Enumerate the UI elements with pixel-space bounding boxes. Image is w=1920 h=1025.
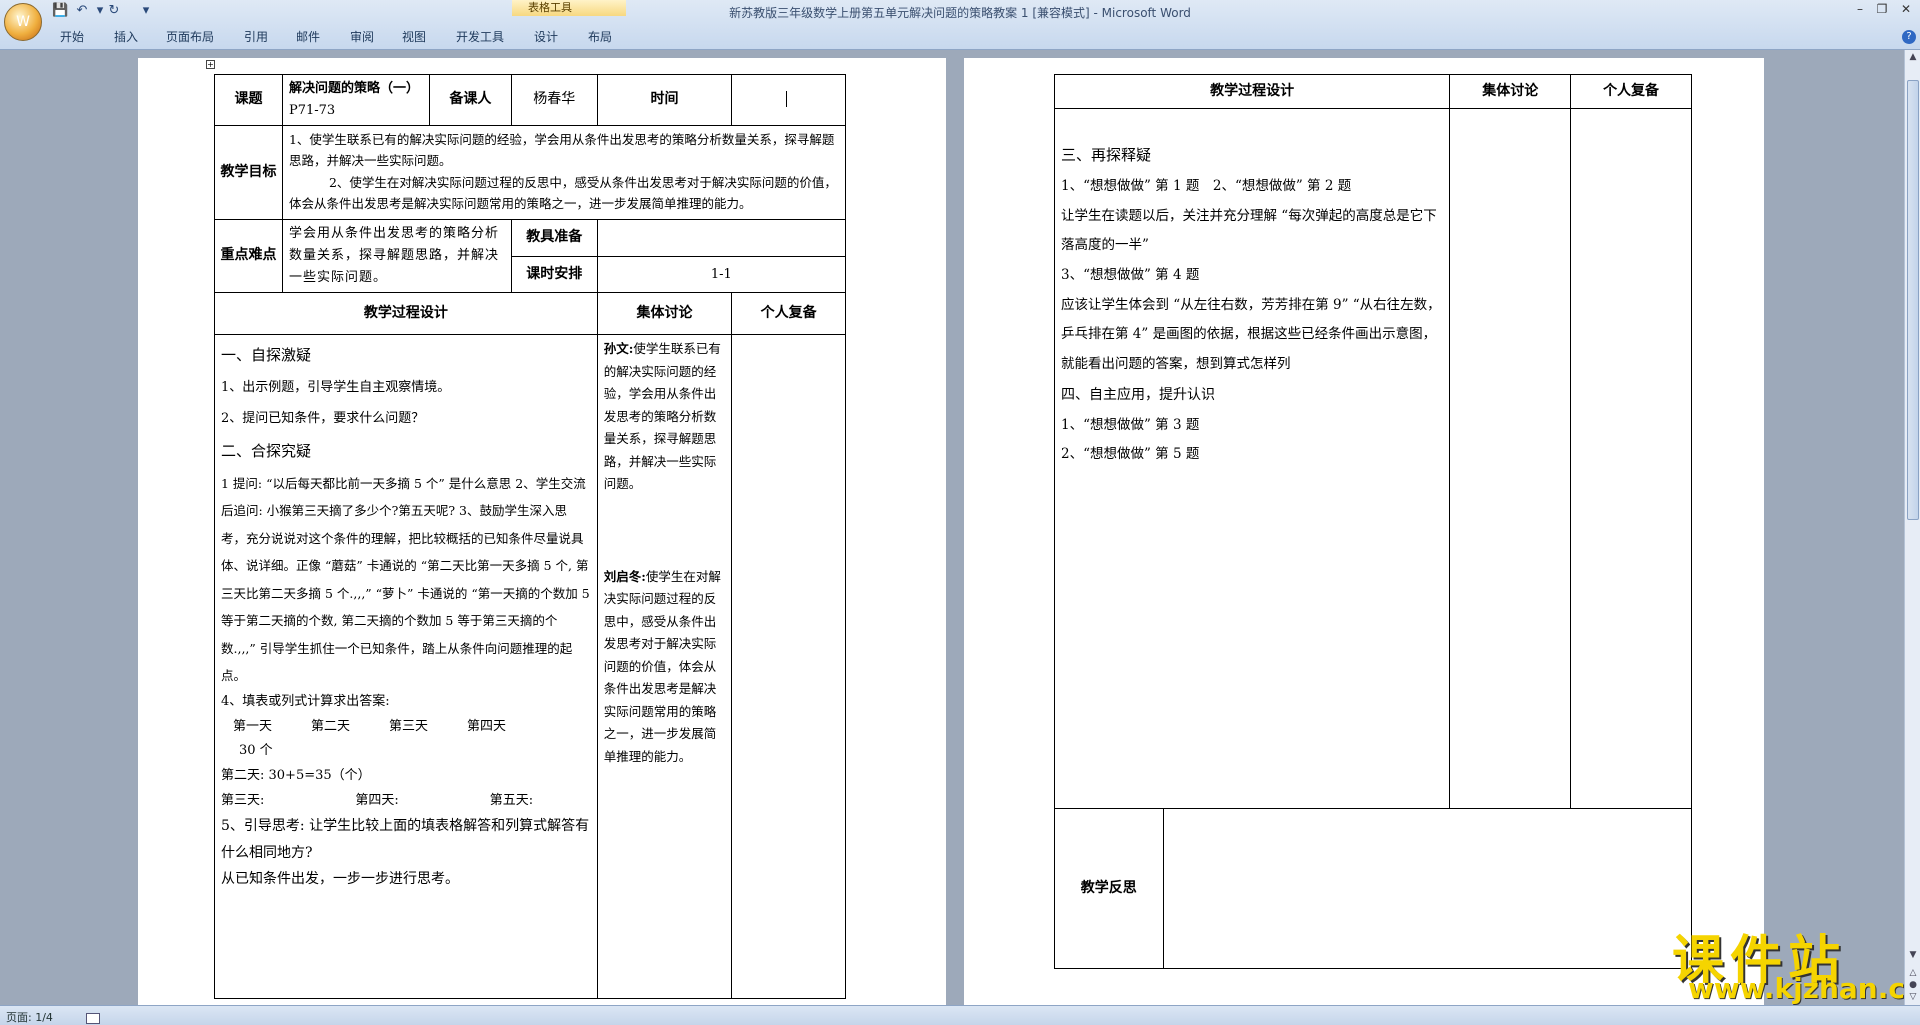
process-line: 1、出示例题，引导学生自主观察情境。: [221, 379, 451, 395]
table-move-handle-icon[interactable]: +: [206, 60, 215, 69]
lesson-plan-table-page-1: 课题 解决问题的策略（一） P71-73 备课人 杨春华 时间 教学目标 1、使…: [214, 73, 847, 1000]
process-line: 第二天: 30+5=35（个）: [221, 767, 371, 783]
tab-page-layout[interactable]: 页面布局: [166, 28, 214, 45]
process-line: 二、合探究疑: [221, 442, 312, 461]
time-value[interactable]: [731, 73, 846, 127]
process-line: 30 个: [239, 743, 273, 759]
header-personal-review: 个人复备: [1570, 74, 1692, 109]
tab-layout[interactable]: 布局: [588, 28, 612, 45]
process-line: 3、“想想做做” 第 4 题: [1061, 267, 1200, 284]
help-icon[interactable]: ?: [1902, 30, 1916, 44]
class-hours-value[interactable]: 1-1: [596, 256, 847, 294]
tab-home[interactable]: 开始: [60, 28, 84, 45]
discussion-author: 刘启冬:: [603, 568, 646, 584]
select-browse-object-icon[interactable]: ●: [1907, 980, 1919, 992]
label-class-hours: 课时安排: [510, 256, 598, 294]
header-group-discussion: 集体讨论: [1449, 74, 1572, 109]
process-line: 5、引导思考: 让学生比较上面的填表格解答和列算式解答有什么相同地方?: [221, 818, 590, 861]
discussion-author: 孙文:: [603, 341, 634, 357]
process-line: 一、自探激疑: [221, 346, 312, 365]
tab-design[interactable]: 设计: [534, 28, 558, 45]
header-process-design: 教学过程设计: [1053, 74, 1451, 109]
label-teaching-tools: 教具准备: [510, 219, 598, 258]
spelling-check-icon[interactable]: [86, 1012, 101, 1024]
tab-view[interactable]: 视图: [402, 28, 426, 45]
kjzhan-url: www.kjzhan.com: [1688, 972, 1920, 1005]
text-cursor: [785, 91, 792, 108]
preparer-value[interactable]: 杨春华: [510, 73, 598, 127]
process-line: 1、“想想做做” 第 3 题: [1061, 416, 1200, 433]
personal-review-content[interactable]: [1570, 108, 1692, 809]
header-group-discussion: 集体讨论: [596, 292, 733, 336]
label-preparer: 备课人: [428, 73, 512, 127]
scroll-down-icon[interactable]: ▼: [1907, 950, 1919, 962]
process-line: 应该让学生体会到 “从左往右数，芳芳排在第 9” “从右往左数，乒乓排在第 4”…: [1061, 296, 1441, 373]
label-teaching-reflection: 教学反思: [1054, 808, 1164, 969]
process-line: 从已知条件出发，一步一步进行思考。: [221, 871, 459, 888]
topic-pages: P71-73: [288, 103, 336, 119]
teaching-tools-value[interactable]: [596, 219, 847, 258]
process-line: 2、提问已知条件，要求什么问题？: [221, 410, 425, 426]
minimize-icon[interactable]: –: [1850, 2, 1870, 16]
label-topic: 课题: [214, 73, 283, 127]
previous-page-icon[interactable]: △: [1907, 968, 1919, 980]
process-line: 四、自主应用，提升认识: [1061, 386, 1215, 403]
topic-cell[interactable]: 解决问题的策略（一） P71-73: [281, 73, 430, 127]
group-discussion-content[interactable]: [1449, 108, 1572, 809]
ribbon: W 💾 ↶ ▾ ↻ ▾ 表格工具 新苏教版三年级数学上册第五单元解决问题的策略教…: [0, 0, 1920, 50]
key-points-value[interactable]: 学会用从条件出发思考的策略分析数量关系，探寻解题思路，并解决一些实际问题。: [281, 219, 512, 294]
label-key-points: 重点难点: [214, 219, 283, 294]
discussion-text: 使学生联系已有的解决实际问题的经验，学会用从条件出发思考的策略分析数量关系，探寻…: [603, 341, 721, 492]
topic-title: 解决问题的策略（一）: [288, 81, 419, 96]
discussion-entry: 刘启冬:使学生在对解决实际问题过程的反思中，感受从条件出发思考对于解决实际问题的…: [604, 566, 726, 769]
page-indicator[interactable]: 页面: 1/4: [6, 1011, 53, 1024]
header-personal-review: 个人复备: [731, 292, 846, 336]
process-line: 2、“想想做做” 第 5 题: [1061, 446, 1200, 463]
discussion-text: 使学生在对解决实际问题过程的反思中，感受从条件出发思考对于解决实际问题的价值，体…: [603, 568, 721, 764]
process-line: 第三天: 第四天: 第五天:: [221, 792, 534, 808]
scrollbar-thumb[interactable]: [1907, 80, 1919, 520]
process-line: 让学生在读题以后，关注并充分理解 “每次弹起的高度总是它下落高度的一半”: [1061, 207, 1437, 254]
status-bar: 页面: 1/4: [0, 1005, 1920, 1025]
lesson-plan-table-page-2: 教学过程设计 集体讨论 个人复备 三、再探释疑 1、“想想做做” 第 1 题 2…: [1053, 74, 1693, 969]
close-icon[interactable]: ✕: [1896, 2, 1916, 16]
personal-review-content[interactable]: [731, 334, 846, 1000]
goal-1: 1、使学生联系已有的解决实际问题的经验，学会用从条件出发思考的策略分析数量关系，…: [288, 132, 835, 169]
process-line: 1 提问: “以后每天都比前一天多摘 5 个” 是什么意思 2、学生交流后追问:…: [221, 475, 590, 684]
header-process-design: 教学过程设计: [214, 292, 598, 336]
label-teaching-goal: 教学目标: [214, 125, 283, 221]
process-content-page-1[interactable]: 一、自探激疑 1、出示例题，引导学生自主观察情境。 2、提问已知条件，要求什么问…: [214, 334, 598, 1000]
tab-references[interactable]: 引用: [244, 28, 268, 45]
group-discussion-content[interactable]: 孙文:使学生联系已有的解决实际问题的经验，学会用从条件出发思考的策略分析数量关系…: [596, 334, 733, 1000]
process-content-page-2[interactable]: 三、再探释疑 1、“想想做做” 第 1 题 2、“想想做做” 第 2 题 让学生…: [1053, 108, 1451, 809]
teaching-reflection-content[interactable]: [1162, 808, 1693, 969]
tab-review[interactable]: 审阅: [350, 28, 374, 45]
discussion-entry: 孙文:使学生联系已有的解决实际问题的经验，学会用从条件出发思考的策略分析数量关系…: [604, 338, 726, 496]
tab-developer[interactable]: 开发工具: [456, 28, 504, 45]
process-line: 三、再探释疑: [1061, 146, 1152, 164]
restore-icon[interactable]: ❐: [1872, 2, 1892, 16]
process-line: 1、“想想做做” 第 1 题 2、“想想做做” 第 2 题: [1061, 178, 1352, 194]
tab-insert[interactable]: 插入: [114, 28, 138, 45]
process-line: 第一天 第二天 第三天 第四天: [233, 718, 507, 734]
window-title: 新苏教版三年级数学上册第五单元解决问题的策略教案 1 [兼容模式] - Micr…: [729, 6, 1191, 20]
process-line: 4、填表或列式计算求出答案:: [221, 693, 390, 709]
vertical-scrollbar[interactable]: ▲ ▼ △ ● ▽: [1904, 50, 1920, 1005]
next-page-icon[interactable]: ▽: [1907, 992, 1919, 1004]
teaching-goal-cell[interactable]: 1、使学生联系已有的解决实际问题的经验，学会用从条件出发思考的策略分析数量关系，…: [281, 125, 847, 221]
tab-mailings[interactable]: 邮件: [296, 28, 320, 45]
label-time: 时间: [596, 73, 733, 127]
scroll-up-icon[interactable]: ▲: [1907, 52, 1919, 64]
goal-2: 2、使学生在对解决实际问题过程的反思中，感受从条件出发思考对于解决实际问题的价值…: [288, 174, 837, 211]
